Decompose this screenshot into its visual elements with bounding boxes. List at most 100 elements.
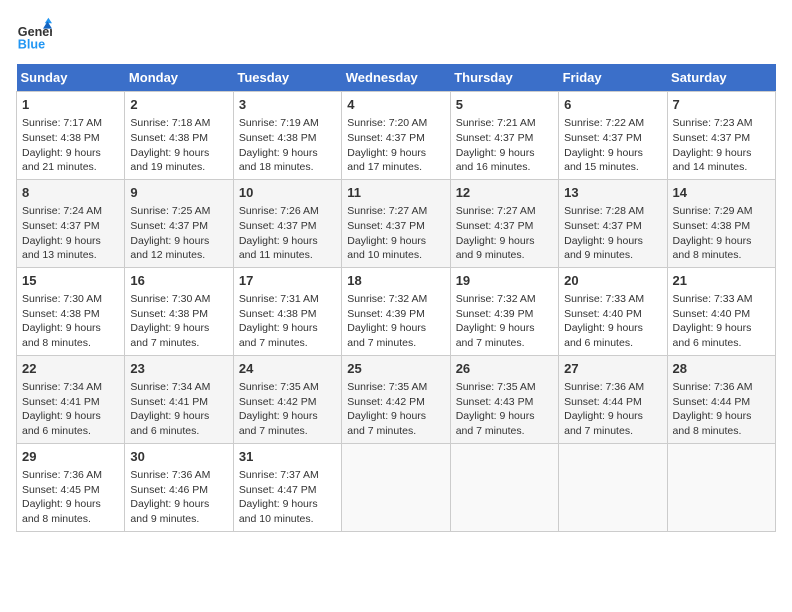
calendar-header-wednesday: Wednesday [342, 64, 450, 92]
day-number: 17 [239, 272, 336, 290]
calendar-cell: 4 Sunrise: 7:20 AM Sunset: 4:37 PM Dayli… [342, 92, 450, 180]
calendar-cell: 7 Sunrise: 7:23 AM Sunset: 4:37 PM Dayli… [667, 92, 775, 180]
calendar-header-row: SundayMondayTuesdayWednesdayThursdayFrid… [17, 64, 776, 92]
day-info: Sunrise: 7:28 AM Sunset: 4:37 PM Dayligh… [564, 204, 661, 263]
calendar-cell: 1 Sunrise: 7:17 AM Sunset: 4:38 PM Dayli… [17, 92, 125, 180]
calendar-cell: 15 Sunrise: 7:30 AM Sunset: 4:38 PM Dayl… [17, 267, 125, 355]
day-info: Sunrise: 7:35 AM Sunset: 4:42 PM Dayligh… [347, 380, 444, 439]
day-number: 16 [130, 272, 227, 290]
day-number: 20 [564, 272, 661, 290]
day-number: 12 [456, 184, 553, 202]
day-info: Sunrise: 7:30 AM Sunset: 4:38 PM Dayligh… [22, 292, 119, 351]
svg-text:Blue: Blue [18, 37, 45, 51]
calendar-table: SundayMondayTuesdayWednesdayThursdayFrid… [16, 64, 776, 532]
logo-icon: General Blue [16, 16, 52, 52]
day-info: Sunrise: 7:32 AM Sunset: 4:39 PM Dayligh… [347, 292, 444, 351]
calendar-cell: 14 Sunrise: 7:29 AM Sunset: 4:38 PM Dayl… [667, 179, 775, 267]
day-number: 7 [673, 96, 770, 114]
calendar-week-2: 8 Sunrise: 7:24 AM Sunset: 4:37 PM Dayli… [17, 179, 776, 267]
day-number: 18 [347, 272, 444, 290]
calendar-cell: 21 Sunrise: 7:33 AM Sunset: 4:40 PM Dayl… [667, 267, 775, 355]
day-number: 24 [239, 360, 336, 378]
day-number: 26 [456, 360, 553, 378]
day-info: Sunrise: 7:31 AM Sunset: 4:38 PM Dayligh… [239, 292, 336, 351]
day-number: 28 [673, 360, 770, 378]
calendar-header-friday: Friday [559, 64, 667, 92]
calendar-cell: 2 Sunrise: 7:18 AM Sunset: 4:38 PM Dayli… [125, 92, 233, 180]
calendar-header-thursday: Thursday [450, 64, 558, 92]
calendar-cell: 18 Sunrise: 7:32 AM Sunset: 4:39 PM Dayl… [342, 267, 450, 355]
calendar-cell: 28 Sunrise: 7:36 AM Sunset: 4:44 PM Dayl… [667, 355, 775, 443]
day-number: 6 [564, 96, 661, 114]
day-number: 8 [22, 184, 119, 202]
day-info: Sunrise: 7:24 AM Sunset: 4:37 PM Dayligh… [22, 204, 119, 263]
calendar-cell: 24 Sunrise: 7:35 AM Sunset: 4:42 PM Dayl… [233, 355, 341, 443]
day-info: Sunrise: 7:23 AM Sunset: 4:37 PM Dayligh… [673, 116, 770, 175]
calendar-cell: 20 Sunrise: 7:33 AM Sunset: 4:40 PM Dayl… [559, 267, 667, 355]
calendar-week-3: 15 Sunrise: 7:30 AM Sunset: 4:38 PM Dayl… [17, 267, 776, 355]
day-number: 3 [239, 96, 336, 114]
day-info: Sunrise: 7:33 AM Sunset: 4:40 PM Dayligh… [564, 292, 661, 351]
calendar-cell: 29 Sunrise: 7:36 AM Sunset: 4:45 PM Dayl… [17, 443, 125, 531]
calendar-cell: 30 Sunrise: 7:36 AM Sunset: 4:46 PM Dayl… [125, 443, 233, 531]
calendar-cell: 23 Sunrise: 7:34 AM Sunset: 4:41 PM Dayl… [125, 355, 233, 443]
day-number: 4 [347, 96, 444, 114]
calendar-cell: 8 Sunrise: 7:24 AM Sunset: 4:37 PM Dayli… [17, 179, 125, 267]
day-info: Sunrise: 7:36 AM Sunset: 4:45 PM Dayligh… [22, 468, 119, 527]
day-info: Sunrise: 7:18 AM Sunset: 4:38 PM Dayligh… [130, 116, 227, 175]
calendar-header-tuesday: Tuesday [233, 64, 341, 92]
calendar-cell [450, 443, 558, 531]
day-info: Sunrise: 7:34 AM Sunset: 4:41 PM Dayligh… [130, 380, 227, 439]
day-info: Sunrise: 7:27 AM Sunset: 4:37 PM Dayligh… [456, 204, 553, 263]
day-number: 31 [239, 448, 336, 466]
calendar-header-monday: Monday [125, 64, 233, 92]
day-info: Sunrise: 7:32 AM Sunset: 4:39 PM Dayligh… [456, 292, 553, 351]
calendar-week-4: 22 Sunrise: 7:34 AM Sunset: 4:41 PM Dayl… [17, 355, 776, 443]
day-number: 21 [673, 272, 770, 290]
day-info: Sunrise: 7:36 AM Sunset: 4:44 PM Dayligh… [673, 380, 770, 439]
day-info: Sunrise: 7:21 AM Sunset: 4:37 PM Dayligh… [456, 116, 553, 175]
calendar-cell: 6 Sunrise: 7:22 AM Sunset: 4:37 PM Dayli… [559, 92, 667, 180]
day-number: 11 [347, 184, 444, 202]
calendar-cell [342, 443, 450, 531]
calendar-cell: 25 Sunrise: 7:35 AM Sunset: 4:42 PM Dayl… [342, 355, 450, 443]
calendar-cell [667, 443, 775, 531]
day-info: Sunrise: 7:25 AM Sunset: 4:37 PM Dayligh… [130, 204, 227, 263]
day-info: Sunrise: 7:30 AM Sunset: 4:38 PM Dayligh… [130, 292, 227, 351]
day-number: 22 [22, 360, 119, 378]
day-number: 30 [130, 448, 227, 466]
calendar-week-5: 29 Sunrise: 7:36 AM Sunset: 4:45 PM Dayl… [17, 443, 776, 531]
day-info: Sunrise: 7:37 AM Sunset: 4:47 PM Dayligh… [239, 468, 336, 527]
day-number: 15 [22, 272, 119, 290]
day-number: 1 [22, 96, 119, 114]
day-info: Sunrise: 7:20 AM Sunset: 4:37 PM Dayligh… [347, 116, 444, 175]
calendar-week-1: 1 Sunrise: 7:17 AM Sunset: 4:38 PM Dayli… [17, 92, 776, 180]
day-number: 27 [564, 360, 661, 378]
day-number: 29 [22, 448, 119, 466]
calendar-cell: 19 Sunrise: 7:32 AM Sunset: 4:39 PM Dayl… [450, 267, 558, 355]
calendar-cell: 12 Sunrise: 7:27 AM Sunset: 4:37 PM Dayl… [450, 179, 558, 267]
calendar-cell: 3 Sunrise: 7:19 AM Sunset: 4:38 PM Dayli… [233, 92, 341, 180]
day-number: 19 [456, 272, 553, 290]
calendar-cell: 27 Sunrise: 7:36 AM Sunset: 4:44 PM Dayl… [559, 355, 667, 443]
calendar-header-saturday: Saturday [667, 64, 775, 92]
day-info: Sunrise: 7:36 AM Sunset: 4:44 PM Dayligh… [564, 380, 661, 439]
calendar-cell: 17 Sunrise: 7:31 AM Sunset: 4:38 PM Dayl… [233, 267, 341, 355]
day-info: Sunrise: 7:26 AM Sunset: 4:37 PM Dayligh… [239, 204, 336, 263]
day-info: Sunrise: 7:27 AM Sunset: 4:37 PM Dayligh… [347, 204, 444, 263]
day-info: Sunrise: 7:34 AM Sunset: 4:41 PM Dayligh… [22, 380, 119, 439]
calendar-cell [559, 443, 667, 531]
day-info: Sunrise: 7:33 AM Sunset: 4:40 PM Dayligh… [673, 292, 770, 351]
calendar-cell: 13 Sunrise: 7:28 AM Sunset: 4:37 PM Dayl… [559, 179, 667, 267]
day-number: 23 [130, 360, 227, 378]
day-number: 2 [130, 96, 227, 114]
day-number: 5 [456, 96, 553, 114]
logo: General Blue [16, 16, 56, 52]
day-number: 9 [130, 184, 227, 202]
day-number: 13 [564, 184, 661, 202]
day-info: Sunrise: 7:35 AM Sunset: 4:43 PM Dayligh… [456, 380, 553, 439]
calendar-cell: 5 Sunrise: 7:21 AM Sunset: 4:37 PM Dayli… [450, 92, 558, 180]
day-info: Sunrise: 7:19 AM Sunset: 4:38 PM Dayligh… [239, 116, 336, 175]
day-info: Sunrise: 7:17 AM Sunset: 4:38 PM Dayligh… [22, 116, 119, 175]
day-info: Sunrise: 7:35 AM Sunset: 4:42 PM Dayligh… [239, 380, 336, 439]
